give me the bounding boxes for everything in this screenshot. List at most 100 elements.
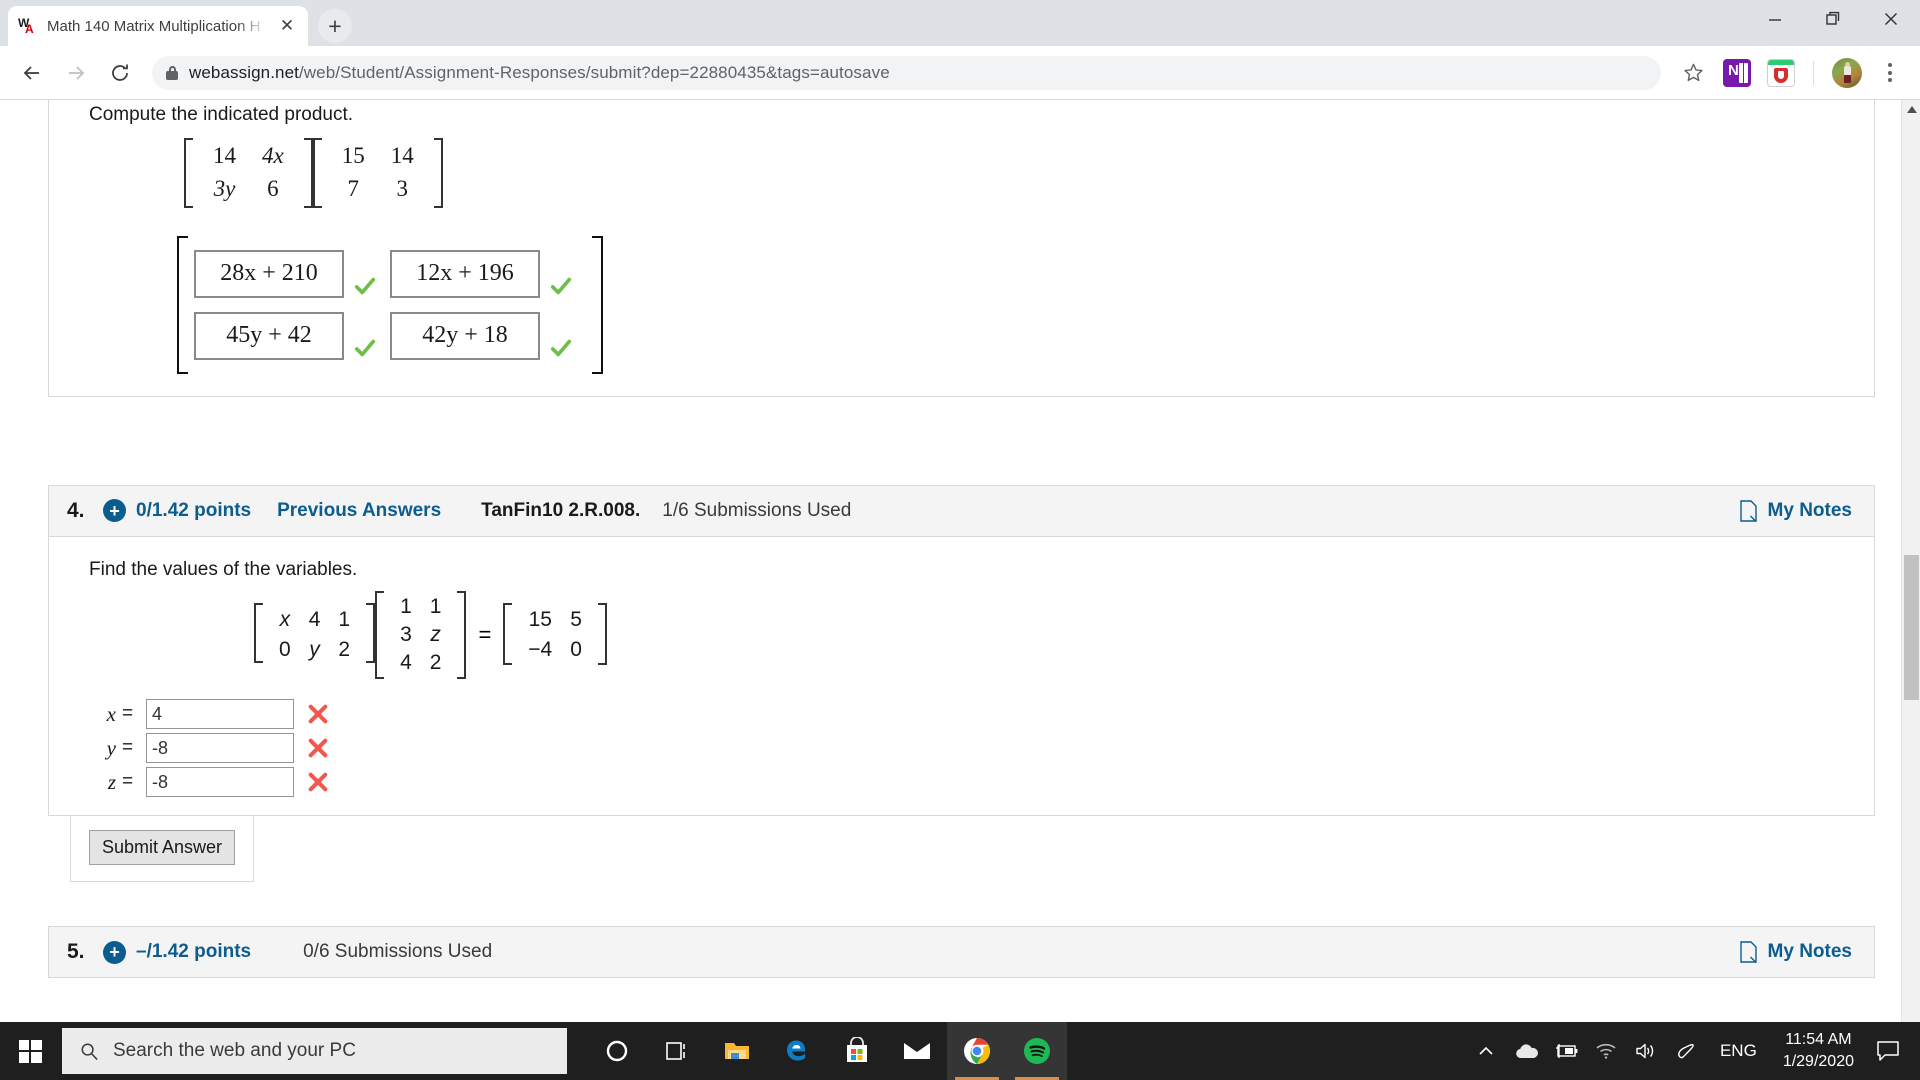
question-4-textbook-ref: TanFin10 2.R.008. [481,499,641,521]
address-bar-url: webassign.net/web/Student/Assignment-Res… [189,63,890,83]
lock-icon [166,65,178,80]
expand-question-4-button[interactable]: + [103,499,126,522]
question-4-prompt: Find the values of the variables. [89,558,358,580]
answer-bracket-right [592,235,603,374]
q4c-cell: 5 [570,607,582,631]
clock-time: 11:54 AM [1785,1031,1852,1049]
question-4-number: 4. [67,498,85,522]
taskbar-search-placeholder: Search the web and your PC [113,1040,356,1061]
variable-input-x[interactable] [146,699,294,730]
volume-icon[interactable] [1626,1022,1666,1080]
variable-input-y[interactable] [146,733,294,764]
taskbar-mail-icon[interactable] [887,1022,947,1080]
question-4-submissions-used: 1/6 Submissions Used [662,499,852,521]
answer-input-2[interactable]: 12x + 196 [390,249,540,298]
q4c-cell: −4 [528,637,553,661]
battery-charging-icon[interactable] [1546,1022,1586,1080]
profile-avatar[interactable] [1832,57,1862,88]
pen-icon[interactable] [1666,1022,1706,1080]
minimize-button[interactable] [1746,0,1804,38]
variable-input-z[interactable] [146,767,294,798]
matrix-a-cell: 6 [267,175,279,201]
windows-start-button[interactable] [0,1022,60,1080]
action-center-button[interactable] [1866,1022,1910,1080]
back-arrow-icon[interactable] [12,53,52,93]
reload-icon[interactable] [100,53,140,93]
question-4-card: Find the values of the variables. x 4 1 … [48,536,1875,817]
answer-input-1[interactable]: 28x + 210 [194,249,344,298]
bracket-right [457,590,467,679]
chrome-browser-window: WA Math 140 Matrix Multiplication H ✕ + [0,0,1920,1080]
taskbar-cortana-icon[interactable] [587,1022,647,1080]
expand-question-5-button[interactable]: + [103,940,126,964]
answer-grid: 28x + 210 12x + 196 45y + 42 42y + 18 [188,236,592,374]
taskbar-file-explorer-icon[interactable] [707,1022,767,1080]
taskbar-search-input[interactable]: Search the web and your PC [62,1028,567,1074]
matrix-a: 14 4x 3y 6 [184,138,313,208]
taskbar-google-chrome-icon[interactable] [947,1022,1007,1080]
matrix-b-grid: 15 14 7 3 [322,138,434,208]
q4-matrix-c: 15 5 −4 0 [503,602,607,668]
q4c-cell: 15 [528,607,552,631]
scrollbar-thumb[interactable] [1904,555,1919,700]
browser-tab[interactable]: WA Math 140 Matrix Multiplication H ✕ [8,6,308,46]
q4-matrix-a-grid: x 4 1 0 y 2 [263,603,366,668]
q4b-cell: 2 [429,651,442,674]
note-page-icon [1739,941,1757,964]
taskbar-spotify-icon[interactable] [1007,1022,1067,1080]
chrome-menu-icon[interactable] [1872,53,1908,93]
bookmark-star-icon[interactable] [1673,53,1713,93]
matrix-a-cell: 4x [262,143,284,168]
page-scrollbar[interactable] [1901,100,1920,1032]
previous-answers-link[interactable]: Previous Answers [277,500,441,522]
forward-arrow-icon[interactable] [56,53,96,93]
correct-check-icon [550,277,572,294]
bracket-right [303,138,313,208]
maximize-restore-button[interactable] [1804,0,1862,38]
bracket-right [597,602,607,665]
tab-close-icon[interactable]: ✕ [276,15,298,37]
mcafee-webadvisor-extension-icon[interactable] [1767,58,1795,87]
system-tray: ENG 11:54 AM 1/29/2020 [1466,1022,1920,1080]
my-notes-button-4[interactable]: My Notes [1739,500,1852,522]
onenote-extension-icon[interactable]: N [1723,58,1751,87]
show-hidden-icons-button[interactable] [1466,1022,1506,1080]
q4a-cell: 2 [338,637,351,661]
tab-strip: WA Math 140 Matrix Multiplication H ✕ + [0,0,352,46]
question-4-header: 4. + 0/1.42 points Previous Answers TanF… [48,484,1875,537]
taskbar-microsoft-store-icon[interactable] [827,1022,887,1080]
question-3-answer-matrix: 28x + 210 12x + 196 45y + 42 42y + 18 [177,235,647,374]
page-viewport: Compute the indicated product. 14 4x 3y … [0,100,1920,1032]
variable-label-y: y [106,735,116,760]
address-bar[interactable]: webassign.net/web/Student/Assignment-Res… [152,55,1661,90]
q4-matrix-b-grid: 1 1 3 z 4 2 [384,591,457,680]
my-notes-button-5[interactable]: My Notes [1739,941,1852,964]
question-3-prompt: Compute the indicated product. [89,104,354,125]
q4b-cell: 4 [400,651,412,674]
input-language-indicator[interactable]: ENG [1706,1041,1771,1061]
new-tab-button[interactable]: + [318,9,352,43]
taskbar-task-view-icon[interactable] [647,1022,707,1080]
wifi-icon[interactable] [1586,1022,1626,1080]
submit-answer-button[interactable]: Submit Answer [89,830,236,866]
answer-cell: 28x + 210 [194,249,390,298]
scroll-up-arrow-icon[interactable] [1902,100,1920,119]
equals-sign: = [478,621,492,647]
taskbar-microsoft-edge-icon[interactable] [767,1022,827,1080]
bracket-left [312,138,322,208]
incorrect-x-icon [308,772,328,792]
taskbar-clock[interactable]: 11:54 AM 1/29/2020 [1771,1029,1866,1072]
onedrive-icon[interactable] [1506,1022,1546,1080]
windows-logo-icon [18,1039,42,1063]
q4b-cell: 3 [400,622,412,646]
matrix-a-cell: 3y [213,175,236,201]
equals-z: = [122,771,134,793]
answer-input-3[interactable]: 45y + 42 [194,311,344,360]
answer-cell: 42y + 18 [390,311,586,360]
close-button[interactable] [1862,0,1920,38]
matrix-b-cell: 3 [396,175,408,201]
equals-x: = [122,703,134,725]
question-5-header: 5. + –/1.42 points 0/6 Submissions Used … [48,926,1875,979]
my-notes-label-4: My Notes [1767,499,1852,521]
answer-input-4[interactable]: 42y + 18 [390,311,540,360]
